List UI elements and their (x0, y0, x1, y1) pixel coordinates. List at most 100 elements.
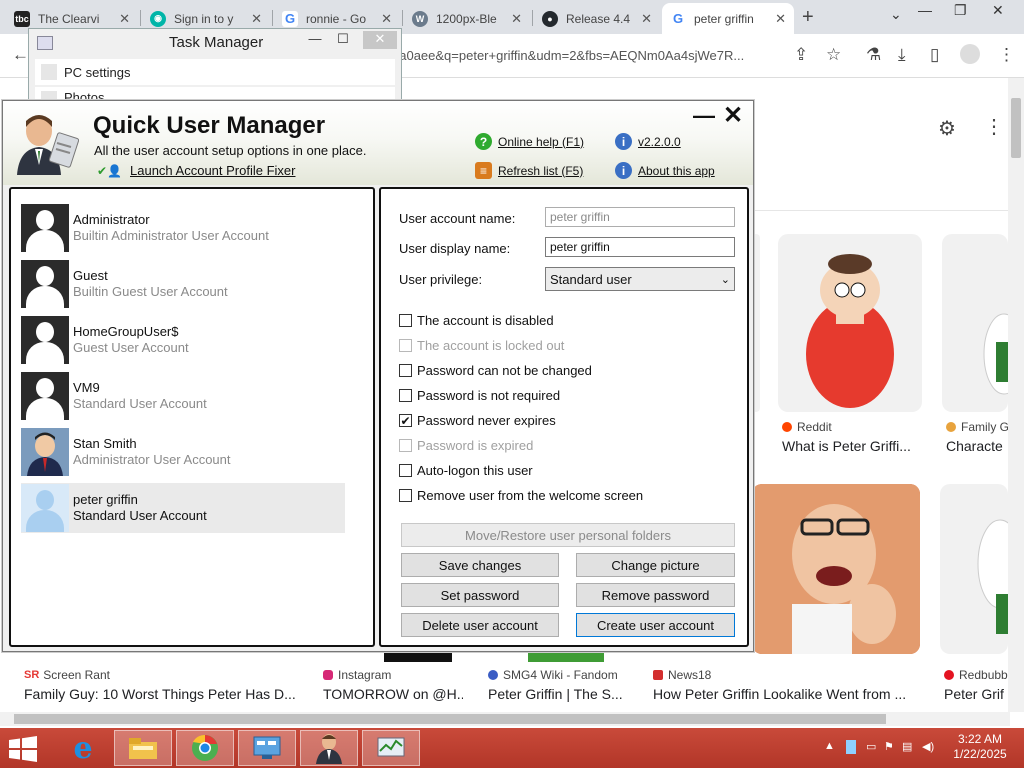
checkbox-remove-from-welcome[interactable]: Remove user from the welcome screen (399, 488, 643, 503)
taskbar-control-panel[interactable] (238, 730, 296, 766)
result-caption[interactable]: How Peter Griffin Lookalike Went from ..… (653, 686, 915, 702)
close-icon[interactable]: ✕ (119, 11, 130, 27)
privilege-select[interactable]: Standard user ⌄ (545, 267, 735, 291)
display-name-field[interactable] (545, 237, 735, 257)
checkbox-account-disabled[interactable]: The account is disabled (399, 313, 554, 328)
tray-chevron-icon[interactable]: ▲ (824, 740, 835, 752)
result-caption[interactable]: Peter Grif (944, 686, 1008, 702)
menu-kebab-icon[interactable]: ⋮ (998, 45, 1015, 65)
result-source[interactable]: Instagram (323, 668, 391, 682)
refresh-list-link[interactable]: ≡ Refresh list (F5) (475, 162, 583, 179)
result-caption[interactable]: Family Guy: 10 Worst Things Peter Has D.… (24, 686, 300, 702)
checkbox-password-cannot-change[interactable]: Password can not be changed (399, 363, 592, 378)
checkbox-box[interactable] (399, 464, 412, 477)
checkbox-box[interactable] (399, 389, 412, 402)
result-caption[interactable]: TOMORROW on @H... (323, 686, 463, 702)
close-icon[interactable]: ✕ (992, 2, 1004, 19)
user-row-homegroupuser[interactable]: HomeGroupUser$ Guest User Account (21, 315, 345, 365)
new-tab-button[interactable]: + (802, 6, 814, 29)
result-source[interactable]: Redbubb (944, 668, 1008, 682)
result-source[interactable]: SMG4 Wiki - Fandom (488, 668, 618, 682)
change-picture-button[interactable]: Change picture (576, 553, 735, 577)
checkbox-password-not-required[interactable]: Password is not required (399, 388, 560, 403)
extension-flask-icon[interactable]: ⚗ (866, 45, 881, 65)
process-item[interactable]: Photos (35, 87, 395, 101)
volume-icon[interactable]: ◀) (922, 740, 934, 753)
result-source[interactable]: SR Screen Rant (24, 668, 110, 682)
taskbar-internet-explorer[interactable]: e (54, 730, 112, 766)
maximize-button[interactable]: ☐ (329, 31, 357, 49)
minimize-icon[interactable]: — (918, 2, 932, 18)
create-user-button[interactable]: Create user account (576, 613, 735, 637)
result-caption[interactable]: Peter Griffin | The S... (488, 686, 628, 702)
launch-profile-fixer-link[interactable]: ✔👤 Launch Account Profile Fixer (97, 163, 295, 178)
image-thumbnail[interactable] (940, 484, 1008, 654)
close-icon[interactable]: ✕ (381, 11, 392, 27)
result-caption[interactable]: Characte (946, 438, 1008, 454)
image-thumbnail-peter-lookalike[interactable] (752, 484, 920, 654)
tab-github-release[interactable]: ● Release 4.4 ✕ (534, 3, 660, 34)
user-row-peter-griffin[interactable]: peter griffin Standard User Account (21, 483, 345, 533)
checkbox-box-checked[interactable]: ✔ (399, 414, 412, 427)
windows-taskbar: e ▲ ▭ ⚑ ▤ ◀) 3:22 AM 1/22/2025 (0, 728, 1024, 768)
minimize-button[interactable]: — (301, 31, 329, 49)
save-changes-button[interactable]: Save changes (401, 553, 559, 577)
system-clock[interactable]: 3:22 AM 1/22/2025 (940, 732, 1020, 762)
flag-icon[interactable]: ⚑ (884, 740, 894, 753)
scrollbar-thumb[interactable] (14, 714, 886, 724)
battery-icon[interactable]: ▭ (866, 740, 876, 753)
result-source[interactable]: Family G (946, 420, 1009, 434)
taskbar-file-explorer[interactable] (114, 730, 172, 766)
minimize-button[interactable]: — (693, 103, 715, 129)
taskbar-task-manager[interactable] (362, 730, 420, 766)
image-thumbnail[interactable] (942, 234, 1008, 412)
side-panel-icon[interactable]: ▯ (930, 45, 939, 65)
windows-start-icon[interactable] (8, 736, 38, 762)
close-icon[interactable]: ✕ (511, 11, 522, 27)
checkbox-box[interactable] (399, 489, 412, 502)
user-row-stan-smith[interactable]: Stan Smith Administrator User Account (21, 427, 345, 477)
image-thumbnail-peter-red-dress[interactable] (778, 234, 922, 412)
online-help-link[interactable]: ? Online help (F1) (475, 133, 584, 150)
result-source[interactable]: Reddit (782, 420, 832, 434)
taskbar-quick-user-manager[interactable] (300, 730, 358, 766)
back-arrow-icon[interactable]: ← (12, 45, 29, 65)
tray-app-icon[interactable] (846, 740, 856, 754)
network-icon[interactable]: ▤ (902, 740, 912, 753)
about-app-link[interactable]: i About this app (615, 162, 715, 179)
process-item[interactable]: PC settings (35, 59, 395, 85)
checkbox-password-never-expires[interactable]: ✔ Password never expires (399, 413, 556, 428)
close-icon[interactable]: ✕ (775, 11, 786, 27)
result-source[interactable]: News18 (653, 668, 711, 682)
profile-avatar-icon[interactable] (960, 44, 980, 64)
result-caption[interactable]: What is Peter Griffi... (782, 438, 922, 454)
delete-user-button[interactable]: Delete user account (401, 613, 559, 637)
checkbox-box[interactable] (399, 314, 412, 327)
close-icon[interactable]: ✕ (251, 11, 262, 27)
taskbar-chrome[interactable] (176, 730, 234, 766)
close-icon[interactable]: ✕ (641, 11, 652, 27)
url-field[interactable]: 6a0aee&q=peter+griffin&udm=2&fbs=AEQNm0A… (392, 40, 782, 70)
bookmark-star-icon[interactable]: ☆ (826, 45, 841, 65)
user-row-guest[interactable]: Guest Builtin Guest User Account (21, 259, 345, 309)
account-name-field[interactable] (545, 207, 735, 227)
checkbox-auto-logon[interactable]: Auto-logon this user (399, 463, 533, 478)
restore-icon[interactable]: ❐ (954, 2, 967, 19)
set-password-button[interactable]: Set password (401, 583, 559, 607)
tab-search-chevron-icon[interactable]: ⌄ (890, 6, 902, 23)
scrollbar-thumb[interactable] (1011, 98, 1021, 158)
download-icon[interactable]: ⤓ (898, 45, 906, 65)
tab-peter-griffin[interactable]: G peter griffin ✕ (662, 3, 794, 34)
remove-password-button[interactable]: Remove password (576, 583, 735, 607)
settings-gear-icon[interactable]: ⚙ (938, 116, 956, 141)
user-row-vm9[interactable]: VM9 Standard User Account (21, 371, 345, 421)
vertical-scrollbar[interactable] (1008, 78, 1024, 712)
horizontal-scrollbar[interactable] (0, 712, 1010, 726)
close-button[interactable]: ✕ (363, 31, 397, 49)
share-icon[interactable]: ⇪ (794, 45, 808, 65)
user-row-administrator[interactable]: Administrator Builtin Administrator User … (21, 203, 345, 253)
checkbox-box[interactable] (399, 364, 412, 377)
close-button[interactable]: ✕ (723, 101, 743, 130)
version-link[interactable]: i v2.2.0.0 (615, 133, 681, 150)
tab-wiki-image[interactable]: W 1200px-Ble ✕ (404, 3, 530, 34)
